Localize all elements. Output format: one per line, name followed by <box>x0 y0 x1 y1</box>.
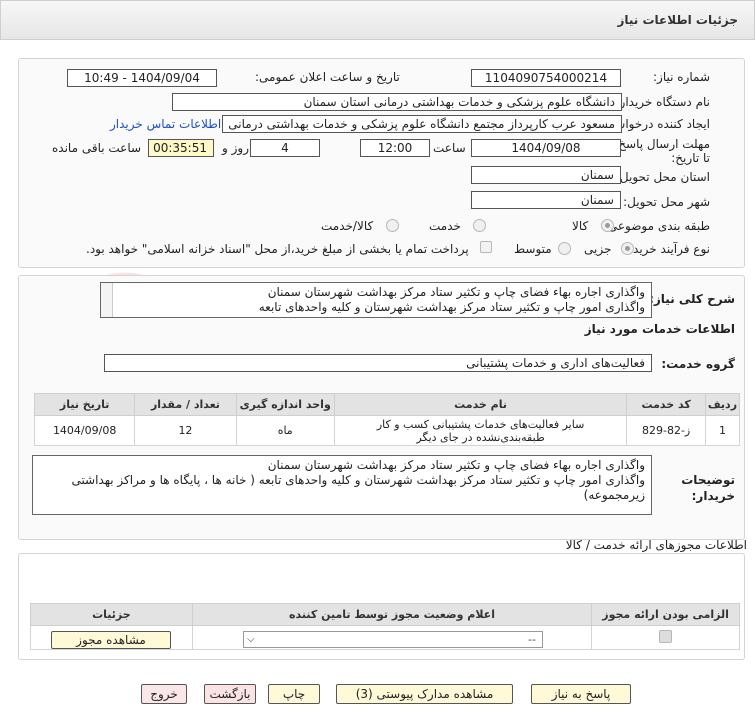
delivery-province-label: استان محل تحويل: <box>615 170 710 184</box>
buyer-contact-link[interactable]: اطلاعات تماس خريدار <box>110 117 221 131</box>
row-code: ز-82-829 <box>626 415 706 446</box>
process-label: نوع فرآيند خريد : <box>625 242 710 256</box>
delivery-province-field: سمنان <box>471 166 621 184</box>
need-number-field: 1104090754000214 <box>471 69 621 87</box>
days-field: 4 <box>250 139 320 157</box>
category-radio-goods-service[interactable] <box>386 219 399 232</box>
row-qty: 12 <box>134 415 237 446</box>
announce-datetime-field: 1404/09/04 - 10:49 <box>67 69 217 87</box>
row-date: 1404/09/08 <box>33 415 136 446</box>
days-label: روز و <box>222 141 249 155</box>
col-permit-required: الزامی بودن ارائه مجوز <box>591 603 740 626</box>
view-permit-button[interactable]: مشاهده مجوز <box>51 631 171 649</box>
col-date: تاريخ نياز <box>33 393 136 416</box>
col-unit: واحد اندازه گيری <box>235 393 335 416</box>
services-section-title: اطلاعات خدمات مورد نياز <box>584 322 735 336</box>
deadline-date-field: 1404/09/08 <box>471 139 621 157</box>
col-qty: تعداد / مقدار <box>134 393 237 416</box>
process-option-small: جزيی <box>584 242 612 256</box>
treasury-payment-checkbox[interactable] <box>480 241 492 253</box>
description-label: شرح کلی نياز: <box>649 292 735 306</box>
buyer-notes-textarea[interactable]: واگذاری اجاره بهاء فضای چاپ و تکثیر ستاد… <box>32 455 652 515</box>
permit-status-select[interactable]: -- ⌵ <box>243 631 543 648</box>
delivery-city-field: سمنان <box>471 191 621 209</box>
row-unit: ماه <box>235 415 335 446</box>
permit-required-checkbox <box>659 629 673 643</box>
buyer-org-field: دانشگاه علوم پزشکی و خدمات بهداشتی درمان… <box>172 93 622 111</box>
process-radio-small[interactable] <box>621 242 634 255</box>
col-permit-status: اعلام وضعيت مجوز توسط تامين کننده <box>191 603 593 626</box>
deadline-label: مهلت ارسال پاسخ: تا تاريخ: <box>614 137 710 165</box>
exit-button[interactable]: خروج <box>141 684 187 704</box>
buyer-notes-label: توضيحات خريدار: <box>681 473 735 503</box>
deadline-time-field: 12:00 <box>360 139 430 157</box>
process-option-medium: متوسط <box>514 242 552 256</box>
category-radio-goods[interactable] <box>601 219 614 232</box>
permit-required-cell <box>591 625 740 650</box>
back-button[interactable]: بازگشت <box>204 684 256 704</box>
chevron-down-icon: ⌵ <box>247 634 255 645</box>
print-button[interactable]: چاپ <box>268 684 320 704</box>
category-option-service: خدمت <box>429 219 461 233</box>
remaining-label: ساعت باقی مانده <box>52 141 142 155</box>
time-label: ساعت <box>433 141 466 155</box>
requester-field: مسعود عرب کارپرداز مجتمع دانشگاه علوم پز… <box>222 115 622 133</box>
category-label: طبقه بندی موضوعی: <box>603 219 710 233</box>
col-index: رديف <box>704 393 741 416</box>
process-radio-medium[interactable] <box>558 242 571 255</box>
reply-button[interactable]: پاسخ به نياز <box>531 684 631 704</box>
remaining-time-field: 00:35:51 <box>148 139 214 157</box>
service-group-field: فعاليت‌های اداری و خدمات پشتيبانی <box>104 354 652 372</box>
category-option-goods: کالا <box>572 219 589 233</box>
permits-section-title: اطلاعات مجوزهای ارائه خدمت / کالا <box>565 538 747 552</box>
category-radio-service[interactable] <box>473 219 486 232</box>
services-table: رديف کد خدمت نام خدمت واحد اندازه گيری ت… <box>33 393 741 446</box>
col-name: نام خدمت <box>333 393 628 416</box>
buyer-org-label: نام دستگاه خريدار: <box>615 95 711 109</box>
col-permit-details: جزئيات <box>30 603 193 626</box>
page-header: جزئيات اطلاعات نياز <box>0 0 755 40</box>
description-textarea[interactable]: واگذاری اجاره بهاء فضای چاپ و تکثیر ستاد… <box>100 282 652 318</box>
announce-datetime-label: تاريخ و ساعت اعلان عمومی: <box>255 70 400 84</box>
description-scrollbar[interactable] <box>101 283 113 317</box>
row-name: ساير فعاليت‌های خدمات پشتيبانی کسب و کار… <box>333 415 628 446</box>
col-code: کد خدمت <box>626 393 706 416</box>
row-index: 1 <box>704 415 741 446</box>
treasury-payment-note: پرداخت تمام يا بخشی از مبلغ خريد،از محل … <box>86 242 469 256</box>
service-group-label: گروه خدمت: <box>661 357 735 371</box>
need-number-label: شماره نياز: <box>653 70 710 84</box>
attachments-button[interactable]: مشاهده مدارک پيوستی (3) <box>336 684 513 704</box>
category-option-goods-service: کالا/خدمت <box>321 219 374 233</box>
page-title: جزئيات اطلاعات نياز <box>617 13 738 27</box>
table-row: 1 ز-82-829 ساير فعاليت‌های خدمات پشتيبان… <box>33 415 741 446</box>
delivery-city-label: شهر محل تحويل: <box>623 195 710 209</box>
